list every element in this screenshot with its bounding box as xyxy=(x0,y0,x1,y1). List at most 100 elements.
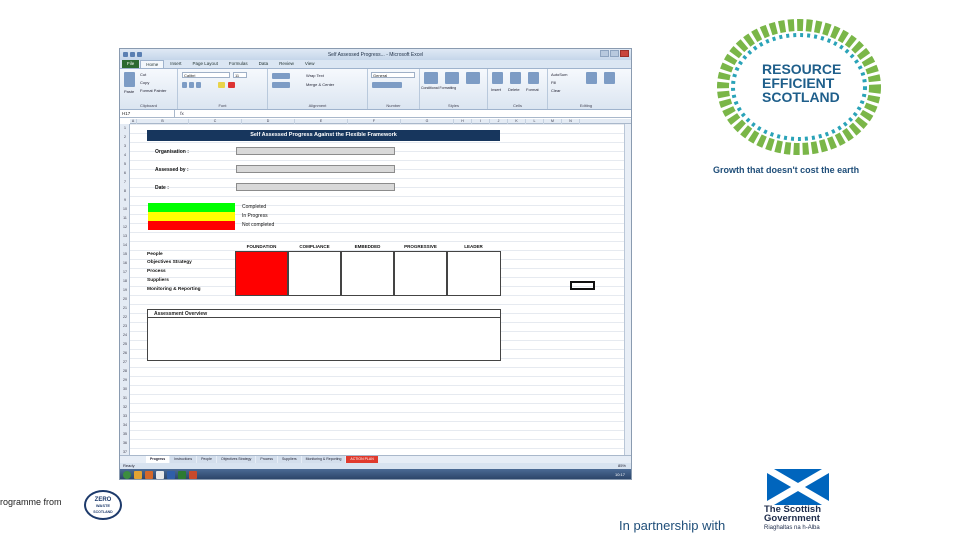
tab-file[interactable]: File xyxy=(122,60,140,68)
align-top-icon[interactable] xyxy=(272,73,290,79)
row-header[interactable]: 16 xyxy=(120,261,130,265)
row-header[interactable]: 9 xyxy=(120,198,130,202)
format-cells-icon[interactable] xyxy=(528,72,539,84)
sheet-tab[interactable]: Suppliers xyxy=(278,456,301,463)
date-input[interactable] xyxy=(236,183,395,191)
conditional-formatting-button[interactable]: Conditional Formatting xyxy=(421,86,456,90)
wrap-text-button[interactable]: Wrap Text xyxy=(306,73,324,78)
row-header[interactable]: 22 xyxy=(120,315,130,319)
font-color-icon[interactable] xyxy=(228,82,235,88)
row-header[interactable]: 8 xyxy=(120,189,130,193)
tab-review[interactable]: Review xyxy=(274,60,299,68)
copy-button[interactable]: Copy xyxy=(140,80,149,85)
worksheet[interactable]: Self Assessed Progress Against the Flexi… xyxy=(130,124,631,455)
tab-data[interactable]: Data xyxy=(254,60,274,68)
name-box[interactable]: H17 xyxy=(120,110,175,117)
leader-status-cell[interactable] xyxy=(447,251,501,296)
compliance-status-cell[interactable] xyxy=(288,251,341,296)
row-header[interactable]: 25 xyxy=(120,342,130,346)
insert-button[interactable]: Insert xyxy=(491,87,501,92)
insert-cells-icon[interactable] xyxy=(492,72,503,84)
close-button[interactable] xyxy=(620,50,629,57)
sort-filter-icon[interactable] xyxy=(586,72,597,84)
foundation-status-cell[interactable] xyxy=(235,251,288,296)
formula-input[interactable] xyxy=(189,110,631,117)
find-select-icon[interactable] xyxy=(604,72,615,84)
align-left-icon[interactable] xyxy=(272,82,290,88)
format-painter-button[interactable]: Format Painter xyxy=(140,88,166,93)
autosum-button[interactable]: AutoSum xyxy=(551,72,567,77)
row-header[interactable]: 11 xyxy=(120,216,130,220)
paste-button[interactable]: Paste xyxy=(124,89,134,94)
row-header[interactable]: 21 xyxy=(120,306,130,310)
tab-view[interactable]: View xyxy=(300,60,320,68)
sheet-tab[interactable]: Objectives Strategy xyxy=(217,456,256,463)
row-header[interactable]: 7 xyxy=(120,180,130,184)
row-header[interactable]: 20 xyxy=(120,297,130,301)
fx-icon[interactable]: fx xyxy=(175,111,189,116)
row-header[interactable]: 6 xyxy=(120,171,130,175)
row-header[interactable]: 10 xyxy=(120,207,130,211)
sheet-tab[interactable]: People xyxy=(197,456,216,463)
format-button[interactable]: Format xyxy=(526,87,539,92)
excel-taskbar-icon[interactable] xyxy=(178,470,186,479)
row-header[interactable]: 14 xyxy=(120,243,130,247)
row-header[interactable]: 32 xyxy=(120,405,130,409)
row-header[interactable]: 35 xyxy=(120,432,130,436)
font-size-select[interactable]: 11 xyxy=(233,72,247,78)
organisation-input[interactable] xyxy=(236,147,395,155)
underline-icon[interactable] xyxy=(196,82,201,88)
word-icon[interactable] xyxy=(167,470,175,479)
minimize-button[interactable] xyxy=(600,50,609,57)
fill-color-icon[interactable] xyxy=(218,82,225,88)
row-header[interactable]: 30 xyxy=(120,387,130,391)
number-format-select[interactable]: General xyxy=(371,72,415,78)
row-header[interactable]: 24 xyxy=(120,333,130,337)
sheet-tab[interactable]: Instructions xyxy=(170,456,197,463)
row-header[interactable]: 5 xyxy=(120,162,130,166)
row-header[interactable]: 4 xyxy=(120,153,130,157)
conditional-formatting-icon[interactable] xyxy=(424,72,438,84)
tab-page-layout[interactable]: Page Layout xyxy=(188,60,223,68)
italic-icon[interactable] xyxy=(189,82,194,88)
fill-button[interactable]: Fill xyxy=(551,80,556,85)
tab-insert[interactable]: Insert xyxy=(165,60,186,68)
delete-button[interactable]: Delete xyxy=(508,87,520,92)
assessment-overview-box[interactable]: Assessment Overview xyxy=(147,309,501,361)
sheet-tab[interactable]: Progress xyxy=(146,456,170,463)
row-header[interactable]: 33 xyxy=(120,414,130,418)
explorer-icon[interactable] xyxy=(134,470,142,479)
row-header[interactable]: 1 xyxy=(120,126,130,130)
assessed-by-input[interactable] xyxy=(236,165,395,173)
bold-icon[interactable] xyxy=(182,82,187,88)
merge-center-button[interactable]: Merge & Center xyxy=(306,82,334,87)
row-header[interactable]: 12 xyxy=(120,225,130,229)
start-icon[interactable] xyxy=(123,470,131,479)
cell-styles-icon[interactable] xyxy=(466,72,480,84)
row-header[interactable]: 15 xyxy=(120,252,130,256)
row-header[interactable]: 36 xyxy=(120,441,130,445)
row-header[interactable]: 27 xyxy=(120,360,130,364)
cut-button[interactable]: Cut xyxy=(140,72,146,77)
powerpoint-icon[interactable] xyxy=(189,470,197,479)
tab-home[interactable]: Home xyxy=(140,60,165,68)
row-header[interactable]: 31 xyxy=(120,396,130,400)
row-header[interactable]: 13 xyxy=(120,234,130,238)
row-header[interactable]: 37 xyxy=(120,450,130,454)
row-header[interactable]: 29 xyxy=(120,378,130,382)
embedded-status-cell[interactable] xyxy=(341,251,394,296)
row-header[interactable]: 28 xyxy=(120,369,130,373)
row-header[interactable]: 17 xyxy=(120,270,130,274)
progressive-status-cell[interactable] xyxy=(394,251,447,296)
currency-icon[interactable] xyxy=(372,82,402,88)
outlook-icon[interactable] xyxy=(145,470,153,479)
row-header[interactable]: 23 xyxy=(120,324,130,328)
row-header[interactable]: 18 xyxy=(120,279,130,283)
font-name-select[interactable]: Calibri xyxy=(182,72,230,78)
sheet-tab[interactable]: ACTION PLAN xyxy=(346,456,378,463)
sheet-tab[interactable]: Process xyxy=(256,456,278,463)
maximize-button[interactable] xyxy=(610,50,619,57)
row-header[interactable]: 34 xyxy=(120,423,130,427)
format-table-icon[interactable] xyxy=(445,72,459,84)
selected-cell[interactable] xyxy=(570,281,595,290)
